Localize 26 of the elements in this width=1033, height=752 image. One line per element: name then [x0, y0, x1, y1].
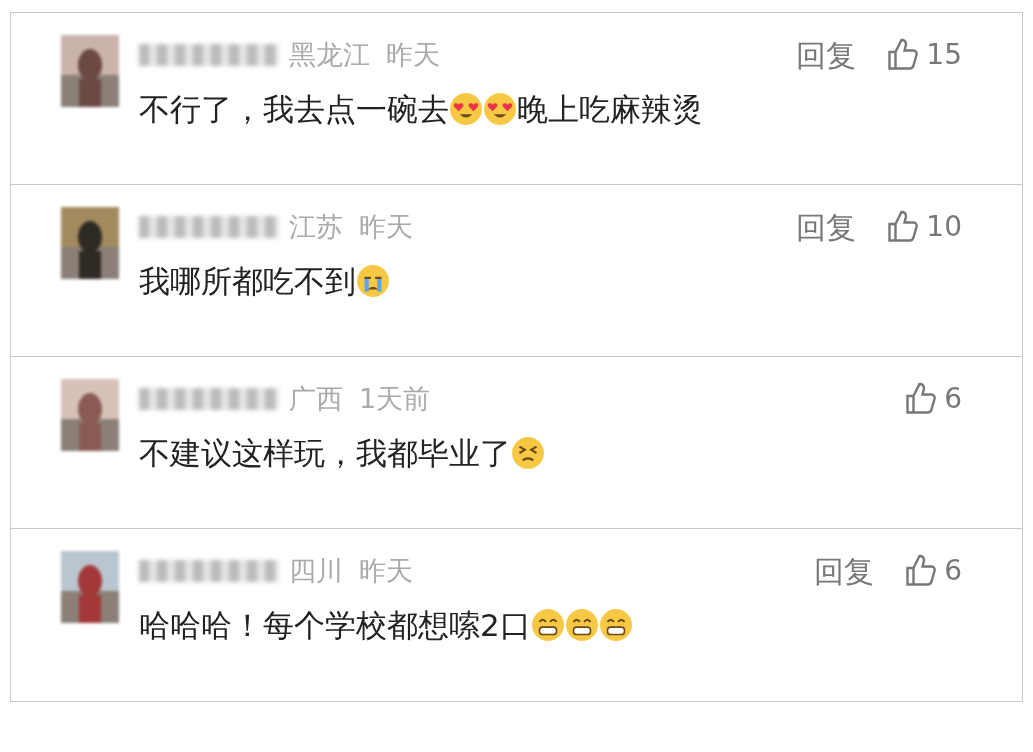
- region-label: 四川: [289, 553, 343, 588]
- like-button[interactable]: 15: [884, 34, 962, 76]
- emoji-icon: [598, 608, 633, 642]
- like-button[interactable]: 10: [884, 206, 962, 248]
- comment-text: 不行了，我去点一碗去 晚上吃麻辣烫: [139, 90, 704, 129]
- emoji-icon: [449, 92, 483, 126]
- time-label: 昨天: [359, 209, 413, 244]
- time-label: 昨天: [386, 37, 440, 72]
- emoji-icon: [530, 608, 565, 642]
- emoji-icon: [483, 92, 517, 126]
- time-label: 昨天: [359, 553, 413, 588]
- reply-button[interactable]: 回复: [796, 32, 857, 78]
- region-label: 黑龙江: [289, 37, 370, 72]
- comment-text: 我哪所都吃不到: [139, 259, 962, 303]
- emoji-icon: [356, 264, 390, 298]
- comment-text: 不建议这样玩，我都毕业了: [139, 431, 962, 475]
- emoji-icon: [564, 608, 599, 642]
- like-button[interactable]: 6: [902, 550, 962, 592]
- emoji-icon: [511, 436, 545, 470]
- reply-button[interactable]: 回复: [796, 204, 857, 250]
- region-label: 广西: [289, 381, 343, 416]
- comment-text: 哈哈哈！每个学校都想嗦2口: [139, 603, 962, 647]
- time-label: 1天前: [359, 381, 431, 416]
- reply-button[interactable]: 回复: [814, 548, 875, 594]
- region-label: 江苏: [289, 209, 343, 244]
- like-button[interactable]: 6: [902, 378, 962, 420]
